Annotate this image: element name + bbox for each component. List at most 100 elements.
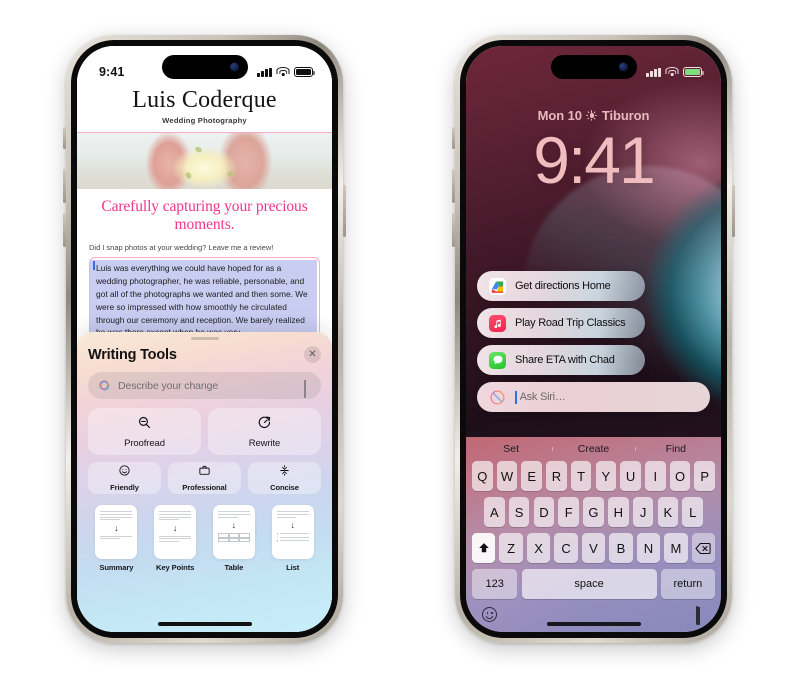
volume-up-button-right[interactable] bbox=[452, 169, 455, 203]
list-button[interactable]: ↓ List bbox=[268, 505, 317, 572]
battery-icon-right bbox=[683, 67, 704, 77]
delete-key-icon[interactable] bbox=[691, 533, 716, 563]
key-y[interactable]: Y bbox=[595, 461, 617, 491]
home-indicator-right[interactable] bbox=[546, 622, 641, 626]
key-q[interactable]: Q bbox=[472, 461, 493, 491]
lock-clock: 9:41 bbox=[533, 123, 655, 197]
key-t[interactable]: T bbox=[570, 461, 592, 491]
close-icon[interactable]: ✕ bbox=[304, 346, 321, 364]
key-s[interactable]: S bbox=[508, 497, 530, 527]
keyboard-bottom-bar bbox=[470, 605, 717, 625]
siri-suggestions-list: Get directions Home Play Road Trip Class… bbox=[477, 271, 710, 419]
prediction-create[interactable]: Create bbox=[552, 443, 634, 455]
key-v[interactable]: V bbox=[581, 533, 606, 563]
front-camera-icon bbox=[229, 62, 239, 72]
shift-icon[interactable] bbox=[471, 533, 496, 563]
summary-label: Summary bbox=[99, 563, 134, 573]
key-z[interactable]: Z bbox=[499, 533, 523, 563]
writing-tools-sheet: Writing Tools ✕ Describe your change Pro… bbox=[77, 332, 332, 632]
review-text-selected[interactable]: Luis was everything we could have hoped … bbox=[90, 260, 317, 342]
table-button[interactable]: ↓ Table bbox=[210, 505, 259, 572]
key-w[interactable]: W bbox=[496, 461, 518, 491]
key-n[interactable]: N bbox=[636, 533, 661, 563]
status-time: 9:41 bbox=[99, 65, 125, 79]
home-indicator-left[interactable] bbox=[157, 622, 252, 626]
prediction-set[interactable]: Set bbox=[470, 443, 552, 455]
mute-switch[interactable] bbox=[63, 127, 66, 149]
key-e[interactable]: E bbox=[521, 461, 542, 491]
writing-tools-primary-actions: Proofread Rewrite bbox=[88, 408, 321, 456]
key-i[interactable]: I bbox=[645, 461, 666, 491]
key-r[interactable]: R bbox=[546, 461, 567, 491]
iphone-left-device: 9:41 Luis Coderque Wedding Photography C… bbox=[63, 35, 346, 643]
front-camera-icon-right bbox=[618, 62, 628, 72]
siri-suggestion-label: Play Road Trip Classics bbox=[515, 317, 626, 329]
volume-down-button[interactable] bbox=[63, 213, 66, 247]
key-d[interactable]: D bbox=[533, 497, 555, 527]
hero-photo bbox=[77, 133, 332, 190]
power-button-right[interactable] bbox=[732, 185, 735, 237]
battery-icon bbox=[294, 67, 315, 77]
key-u[interactable]: U bbox=[620, 461, 641, 491]
summary-button[interactable]: ↓ Summary bbox=[92, 505, 141, 572]
key-points-label: Key Points bbox=[156, 563, 195, 573]
dynamic-island-right bbox=[550, 55, 637, 79]
prediction-find[interactable]: Find bbox=[634, 443, 717, 455]
emoji-keyboard-icon[interactable] bbox=[482, 607, 497, 622]
key-k[interactable]: K bbox=[657, 497, 679, 527]
briefcase-icon bbox=[198, 464, 211, 482]
keyboard-row-4: 123 space return bbox=[472, 569, 715, 599]
volume-down-button-right[interactable] bbox=[452, 213, 455, 247]
sheet-grabber[interactable] bbox=[190, 337, 219, 341]
key-o[interactable]: O bbox=[669, 461, 691, 491]
return-key[interactable]: return bbox=[660, 569, 715, 599]
magnifier-minus-icon bbox=[137, 415, 152, 435]
mute-switch-right[interactable] bbox=[452, 127, 455, 149]
cellular-bars-icon-right bbox=[646, 67, 661, 77]
concise-button[interactable]: Concise bbox=[248, 462, 321, 495]
keyboard-row-2: A S D F G H J K L bbox=[472, 497, 715, 527]
siri-suggestion-directions[interactable]: Get directions Home bbox=[477, 271, 645, 301]
professional-button[interactable]: Professional bbox=[168, 462, 241, 495]
rewrite-clock-icon bbox=[257, 415, 272, 435]
siri-suggestion-music[interactable]: Play Road Trip Classics bbox=[477, 308, 645, 338]
concise-arrows-icon bbox=[278, 464, 291, 482]
siri-suggestion-messages[interactable]: Share ETA with Chad bbox=[477, 345, 645, 375]
key-a[interactable]: A bbox=[484, 497, 505, 527]
onscreen-keyboard: Set Create Find Q W E R T Y U I O P A S … bbox=[466, 437, 721, 632]
key-j[interactable]: J bbox=[632, 497, 654, 527]
maps-app-icon bbox=[489, 277, 506, 295]
screenshot-canvas: 9:41 Luis Coderque Wedding Photography C… bbox=[0, 0, 800, 678]
key-b[interactable]: B bbox=[609, 533, 633, 563]
rewrite-button[interactable]: Rewrite bbox=[208, 408, 321, 456]
microphone-icon[interactable] bbox=[304, 380, 311, 399]
key-h[interactable]: H bbox=[607, 497, 629, 527]
rewrite-label: Rewrite bbox=[248, 437, 281, 449]
friendly-button[interactable]: Friendly bbox=[88, 462, 161, 495]
site-brand-subtitle: Wedding Photography bbox=[162, 116, 247, 126]
key-c[interactable]: C bbox=[554, 533, 578, 563]
writing-tools-format-actions: ↓ Summary ↓ Key Points ↓ Table ↓ List bbox=[88, 505, 321, 572]
site-body: Carefully capturing your precious moment… bbox=[77, 189, 332, 345]
space-key[interactable]: space bbox=[521, 569, 657, 599]
proofread-button[interactable]: Proofread bbox=[88, 408, 201, 456]
numbers-key[interactable]: 123 bbox=[472, 569, 518, 599]
professional-label: Professional bbox=[182, 483, 227, 493]
table-label: Table bbox=[224, 563, 244, 573]
proofread-label: Proofread bbox=[124, 437, 165, 449]
key-x[interactable]: X bbox=[526, 533, 551, 563]
key-points-button[interactable]: ↓ Key Points bbox=[151, 505, 200, 572]
key-f[interactable]: F bbox=[558, 497, 579, 527]
key-m[interactable]: M bbox=[664, 533, 688, 563]
describe-change-input[interactable]: Describe your change bbox=[88, 372, 321, 400]
dictation-microphone-icon[interactable] bbox=[696, 606, 705, 625]
iphone-right-screen: Mon 10 Tiburon 9:41 Get directions Home … bbox=[466, 46, 721, 632]
power-button[interactable] bbox=[343, 185, 346, 237]
writing-tools-title: Writing Tools bbox=[88, 346, 177, 363]
ask-siri-input[interactable]: Ask Siri… bbox=[477, 382, 710, 412]
key-g[interactable]: G bbox=[583, 497, 604, 527]
key-l[interactable]: L bbox=[682, 497, 703, 527]
volume-up-button[interactable] bbox=[63, 169, 66, 203]
key-p[interactable]: P bbox=[694, 461, 715, 491]
iphone-left-screen: 9:41 Luis Coderque Wedding Photography C… bbox=[77, 46, 332, 632]
